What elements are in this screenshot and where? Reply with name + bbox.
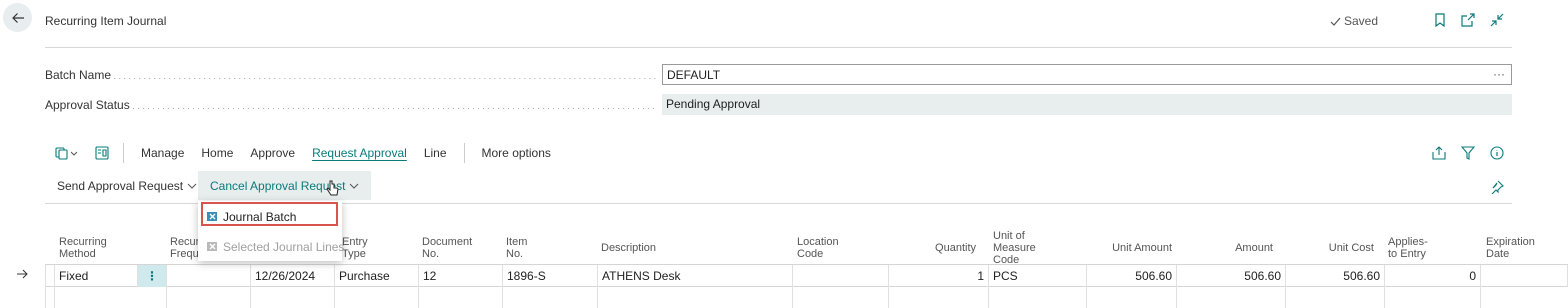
mouse-cursor-icon <box>326 180 340 201</box>
cell-posting-date[interactable]: 12/26/2024 <box>251 265 335 287</box>
menu-item-selected-journal-lines: Selected Journal Lines <box>206 237 344 257</box>
page-title: Recurring Item Journal <box>45 14 167 28</box>
cancel-approval-icon <box>207 242 217 251</box>
bookmark-icon[interactable] <box>1432 12 1448 28</box>
send-approval-request-button[interactable]: Send Approval Request <box>45 171 209 200</box>
column-entry-type[interactable]: Entry Type <box>342 232 368 264</box>
column-document-no[interactable]: Document No. <box>422 232 472 264</box>
saved-label: Saved <box>1344 14 1379 28</box>
cell-item-no[interactable]: 1896-S <box>503 265 598 287</box>
column-unit-cost[interactable]: Unit Cost <box>1288 232 1374 264</box>
saved-indicator: Saved <box>1330 14 1378 28</box>
cell-description[interactable]: ATHENS Desk <box>598 265 793 287</box>
row-actions-ellipsis-icon[interactable]: ⋮ <box>138 265 167 287</box>
cell-entry-type[interactable]: Purchase <box>335 265 419 287</box>
action-home[interactable]: Home <box>201 146 233 160</box>
action-more-options[interactable]: More options <box>482 146 551 160</box>
cell-expiration-date[interactable] <box>1481 265 1568 287</box>
share-icon[interactable] <box>1431 145 1447 161</box>
show-more-icon[interactable] <box>55 146 79 160</box>
arrow-left-icon <box>11 12 24 23</box>
column-recurring-method[interactable]: Recurring Method <box>59 232 107 264</box>
cell-unit-of-measure-code[interactable]: PCS <box>989 265 1087 287</box>
current-row-arrow-icon <box>16 268 28 283</box>
cell-applies-to-entry[interactable]: 0 <box>1385 265 1481 287</box>
cell-amount[interactable]: 506.60 <box>1177 265 1286 287</box>
column-item-no[interactable]: Item No. <box>506 232 527 264</box>
column-expiration-date[interactable]: Expiration Date <box>1486 232 1535 264</box>
collapse-icon[interactable] <box>1489 12 1505 28</box>
info-icon[interactable] <box>1489 145 1505 161</box>
send-approval-request-label: Send Approval Request <box>57 178 184 193</box>
action-manage[interactable]: Manage <box>141 146 184 160</box>
table-row[interactable] <box>45 287 1568 308</box>
action-request-approval[interactable]: Request Approval <box>312 146 407 160</box>
action-bar: Manage Home Approve Request Approval Lin… <box>45 143 568 163</box>
assist-edit-button[interactable]: ··· <box>1493 67 1505 81</box>
action-separator <box>123 143 124 163</box>
table-row[interactable]: Fixed ⋮ 12/26/2024 Purchase 12 1896-S AT… <box>45 264 1568 287</box>
column-unit-amount[interactable]: Unit Amount <box>1090 232 1172 264</box>
approval-status-value: Pending Approval <box>666 97 761 111</box>
cell-unit-amount[interactable]: 506.60 <box>1087 265 1177 287</box>
cell-quantity[interactable]: 1 <box>889 265 989 287</box>
filter-icon[interactable] <box>1460 145 1476 161</box>
batch-name-value: DEFAULT <box>667 68 721 82</box>
cell-unit-cost[interactable]: 506.60 <box>1286 265 1385 287</box>
batch-name-field[interactable]: DEFAULT ··· <box>662 64 1512 85</box>
batch-name-label: Batch Name <box>45 68 657 82</box>
column-quantity[interactable]: Quantity <box>893 232 976 264</box>
approval-status-field: Pending Approval <box>662 94 1512 115</box>
action-separator <box>463 143 465 163</box>
cell-recurring-method[interactable]: Fixed <box>55 265 138 287</box>
column-unit-of-measure-code[interactable]: Unit of Measure Code <box>993 230 1036 266</box>
column-applies-to-entry[interactable]: Applies-to Entry <box>1388 232 1428 264</box>
cell-document-no[interactable]: 12 <box>419 265 503 287</box>
menu-item-selected-journal-lines-label: Selected Journal Lines <box>223 240 345 254</box>
row-selector[interactable] <box>45 265 55 287</box>
cancel-approval-request-button[interactable]: Cancel Approval Request <box>198 171 372 200</box>
highlight-box <box>201 202 338 226</box>
action-approve[interactable]: Approve <box>250 146 295 160</box>
chevron-down-icon <box>350 183 359 189</box>
cell-recurring-frequency[interactable] <box>167 265 251 287</box>
column-amount[interactable]: Amount <box>1189 232 1273 264</box>
edit-list-icon[interactable] <box>95 146 109 160</box>
approval-status-label: Approval Status <box>45 98 657 112</box>
checkmark-icon <box>1330 17 1341 26</box>
chevron-down-icon <box>187 183 197 189</box>
open-new-window-icon[interactable] <box>1460 12 1476 28</box>
back-button[interactable] <box>3 3 32 32</box>
header-divider <box>45 47 1512 48</box>
cell-location-code[interactable] <box>793 265 889 287</box>
column-description[interactable]: Description <box>601 232 656 264</box>
action-line[interactable]: Line <box>424 146 447 160</box>
column-location-code[interactable]: Location Code <box>797 232 839 264</box>
pin-icon[interactable] <box>1489 179 1505 195</box>
